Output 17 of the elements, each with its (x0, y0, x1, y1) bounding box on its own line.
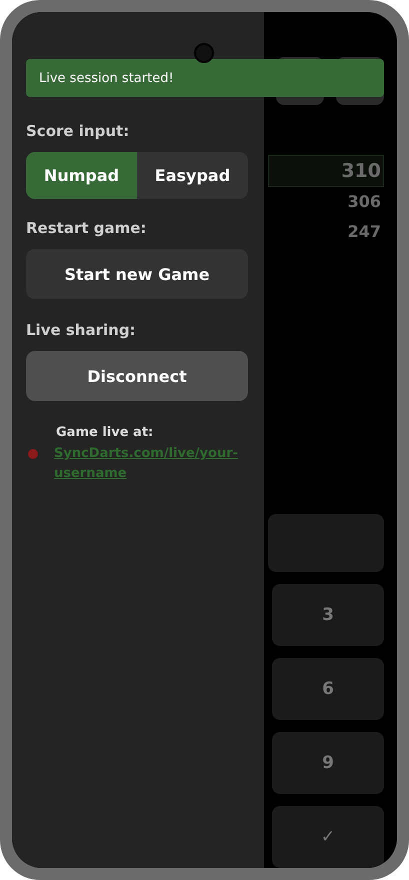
live-toast: Live session started! (26, 59, 384, 97)
section-label: Live sharing: (26, 321, 137, 341)
section-label: Restart game: (26, 219, 148, 239)
score-row-text: 306 (346, 191, 382, 214)
segment-button[interactable]: Numpad (26, 152, 137, 199)
keypad-key[interactable]: 9 (272, 732, 384, 794)
keypad-key[interactable]: ✓ (272, 806, 384, 868)
new-game-button[interactable]: Start new Game (26, 249, 248, 299)
section-label: Score input: (26, 122, 130, 142)
keypad-key[interactable]: 3 (272, 584, 384, 646)
status-dot (28, 449, 38, 459)
live-link[interactable]: SyncDarts.com/live/your-username (54, 444, 244, 484)
live-caption: Game live at: (56, 425, 154, 440)
score-row-text: 247 (346, 220, 382, 243)
disconnect-button[interactable]: Disconnect (26, 351, 248, 401)
score-row: 310 (268, 155, 384, 187)
keypad-key[interactable]: 6 (272, 658, 384, 720)
